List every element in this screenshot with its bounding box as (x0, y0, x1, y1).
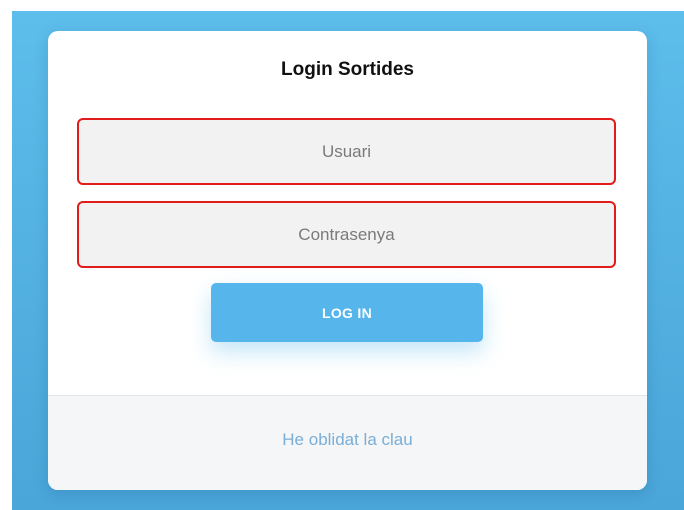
username-input[interactable] (77, 118, 616, 185)
login-title: Login Sortides (281, 59, 414, 80)
forgot-password-link[interactable]: He oblidat la clau (48, 430, 647, 450)
login-card: Login Sortides LOG IN He oblidat la clau (48, 31, 647, 490)
page: Login Sortides LOG IN He oblidat la clau (0, 0, 684, 510)
login-button[interactable]: LOG IN (211, 283, 483, 342)
card-footer: He oblidat la clau (48, 395, 647, 490)
password-input[interactable] (77, 201, 616, 268)
